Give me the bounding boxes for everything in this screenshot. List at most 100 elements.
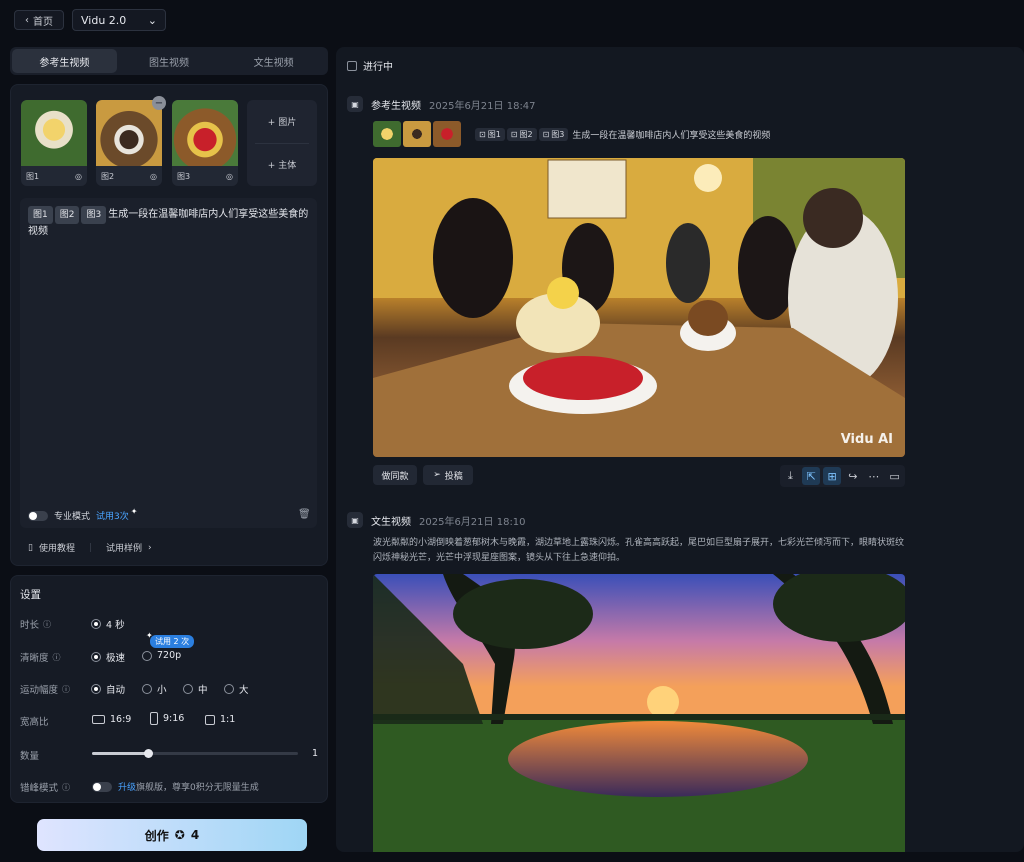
- radio-icon: [224, 684, 234, 694]
- tab-reference-video[interactable]: 参考生视频: [12, 49, 117, 73]
- motion-option-medium[interactable]: 中: [183, 682, 208, 696]
- option-label: 1:1: [220, 714, 236, 725]
- count-value: 1: [312, 748, 319, 759]
- image-pill: ⊡ 图2: [506, 128, 537, 141]
- pro-mode-row: 专业模式 试用3次 ✦: [28, 507, 137, 522]
- radio-icon: [142, 650, 152, 661]
- radio-icon: [142, 684, 152, 694]
- offpeak-toggle[interactable]: [92, 781, 112, 792]
- home-button[interactable]: ‹ 首页: [14, 10, 64, 30]
- video-actions-bar: ⤓ ⇱ ⊞ ↪ ⋯ ▭: [780, 465, 905, 487]
- prompt-input[interactable]: 图1 图2 图3 生成一段在温馨咖啡店内人们享受这些美食的视频: [20, 198, 317, 528]
- duration-option-4s[interactable]: 4 秒: [91, 617, 125, 631]
- reference-image-1[interactable]: 图1 ◎: [21, 100, 87, 186]
- clarity-option-720p[interactable]: 720p: [142, 650, 181, 661]
- aspect-option-1-1[interactable]: 1:1: [205, 714, 235, 725]
- chevron-right-icon: ›: [148, 542, 152, 553]
- image-pill: ⊡ 图3: [538, 128, 569, 141]
- option-label: 自动: [106, 685, 126, 696]
- prompt-tag: 图1: [28, 206, 53, 224]
- prompt-text: 生成一段在温馨咖啡店内人们享受这些美食的视频: [572, 131, 771, 141]
- result-type: 文生视频: [371, 516, 411, 528]
- count-slider[interactable]: [92, 749, 298, 758]
- in-progress-filter[interactable]: 进行中: [347, 58, 393, 73]
- result-time: 2025年6月21日 18:10: [419, 516, 526, 528]
- aspect-option-16-9[interactable]: 16:9: [92, 714, 131, 725]
- divider: |: [88, 542, 93, 553]
- duration-label: 时长: [20, 620, 40, 631]
- video-icon: ▣: [347, 512, 363, 528]
- image-pill: ⊡ 图1: [475, 128, 505, 141]
- video-player-lake[interactable]: [373, 574, 905, 852]
- prompt-tag: 图2: [54, 206, 80, 224]
- mini-thumb: [373, 121, 401, 147]
- aspect-label: 宽高比: [20, 717, 49, 728]
- slider-thumb[interactable]: [143, 749, 153, 758]
- aspect-option-9-16[interactable]: 9:16: [150, 712, 184, 725]
- clarity-option-fast[interactable]: 极速: [91, 650, 125, 664]
- pill-label: 图3: [551, 130, 565, 139]
- option-label: 极速: [106, 653, 126, 664]
- radio-icon: [91, 652, 101, 662]
- extend-icon[interactable]: ⇱: [802, 467, 821, 485]
- remove-image-button[interactable]: −: [152, 96, 166, 110]
- duration-label-row: 时长 ⓘ: [20, 617, 51, 632]
- count-label-row: 数量: [20, 748, 39, 762]
- mini-thumb: [403, 121, 431, 147]
- prompt-tag: 图3: [81, 206, 107, 224]
- share-icon[interactable]: ↪: [844, 467, 862, 485]
- redo-button[interactable]: 做同款: [373, 465, 417, 485]
- bookmark-icon[interactable]: ▭: [886, 467, 904, 485]
- chevron-down-icon: ⌄: [147, 13, 157, 27]
- upgrade-link[interactable]: 升级: [118, 780, 136, 793]
- edit-icon[interactable]: ◎: [150, 172, 157, 181]
- mini-thumb: [433, 121, 461, 147]
- create-button[interactable]: 创作 ✪ 4: [37, 819, 307, 851]
- submit-button[interactable]: ➢ 投稿: [423, 465, 473, 485]
- result-header: ▣ 文生视频 2025年6月21日 18:10: [347, 512, 526, 528]
- model-select[interactable]: Vidu 2.0 ⌄: [72, 9, 166, 31]
- reference-image-2[interactable]: 图2 ◎: [96, 100, 162, 186]
- motion-label: 运动幅度: [20, 685, 59, 696]
- add-subject-button[interactable]: + 主体: [247, 144, 317, 187]
- video-icon: ▣: [347, 96, 363, 112]
- tab-image-video[interactable]: 图生视频: [117, 49, 222, 73]
- option-label: 大: [239, 685, 249, 696]
- option-label: 中: [198, 685, 208, 696]
- reference-image-3[interactable]: 图3 ◎: [172, 100, 238, 186]
- motion-option-auto[interactable]: 自动: [91, 682, 125, 696]
- download-icon[interactable]: ⤓: [781, 467, 799, 485]
- add-box: + 图片 + 主体: [247, 100, 317, 186]
- count-label: 数量: [20, 751, 40, 762]
- sparkle-icon: ✦: [146, 631, 153, 640]
- clarity-label: 清晰度: [20, 653, 49, 664]
- tutorial-link[interactable]: 使用教程: [39, 541, 75, 554]
- edit-icon[interactable]: ◎: [75, 172, 82, 181]
- more-icon[interactable]: ⋯: [865, 467, 883, 485]
- tab-text-video[interactable]: 文生视频: [221, 49, 326, 73]
- reference-thumbnails: [373, 121, 461, 147]
- upscale-icon[interactable]: ⊞: [823, 467, 842, 485]
- result-prompt: ⊡ 图1 ⊡ 图2 ⊡ 图3 生成一段在温馨咖啡店内人们享受这些美食的视频: [475, 128, 770, 141]
- edit-icon[interactable]: ◎: [226, 172, 233, 181]
- trash-icon[interactable]: 🗑: [298, 509, 311, 520]
- lake-scene: [373, 574, 905, 852]
- clarity-label-row: 清晰度 ⓘ: [20, 650, 61, 665]
- cafe-scene: [373, 158, 905, 457]
- landscape-icon: [92, 715, 105, 724]
- video-player-cafe[interactable]: Vidu AI: [373, 158, 905, 457]
- add-image-button[interactable]: + 图片: [247, 100, 317, 143]
- in-progress-label: 进行中: [363, 62, 393, 73]
- motion-option-large[interactable]: 大: [224, 682, 249, 696]
- pro-mode-toggle[interactable]: [28, 510, 48, 521]
- image-icon: ⊡: [479, 130, 486, 139]
- motion-option-small[interactable]: 小: [142, 682, 167, 696]
- motion-label-row: 运动幅度 ⓘ: [20, 682, 70, 697]
- offpeak-label: 错峰模式: [20, 783, 59, 794]
- offpeak-label-row: 错峰模式 ⓘ: [20, 780, 70, 795]
- square-icon: [205, 714, 215, 725]
- footer-links: ▯ 使用教程 | 试用样例 ›: [28, 541, 152, 555]
- portrait-icon: [150, 712, 158, 725]
- option-label: 720p: [157, 650, 182, 661]
- samples-link[interactable]: 试用样例: [106, 541, 142, 554]
